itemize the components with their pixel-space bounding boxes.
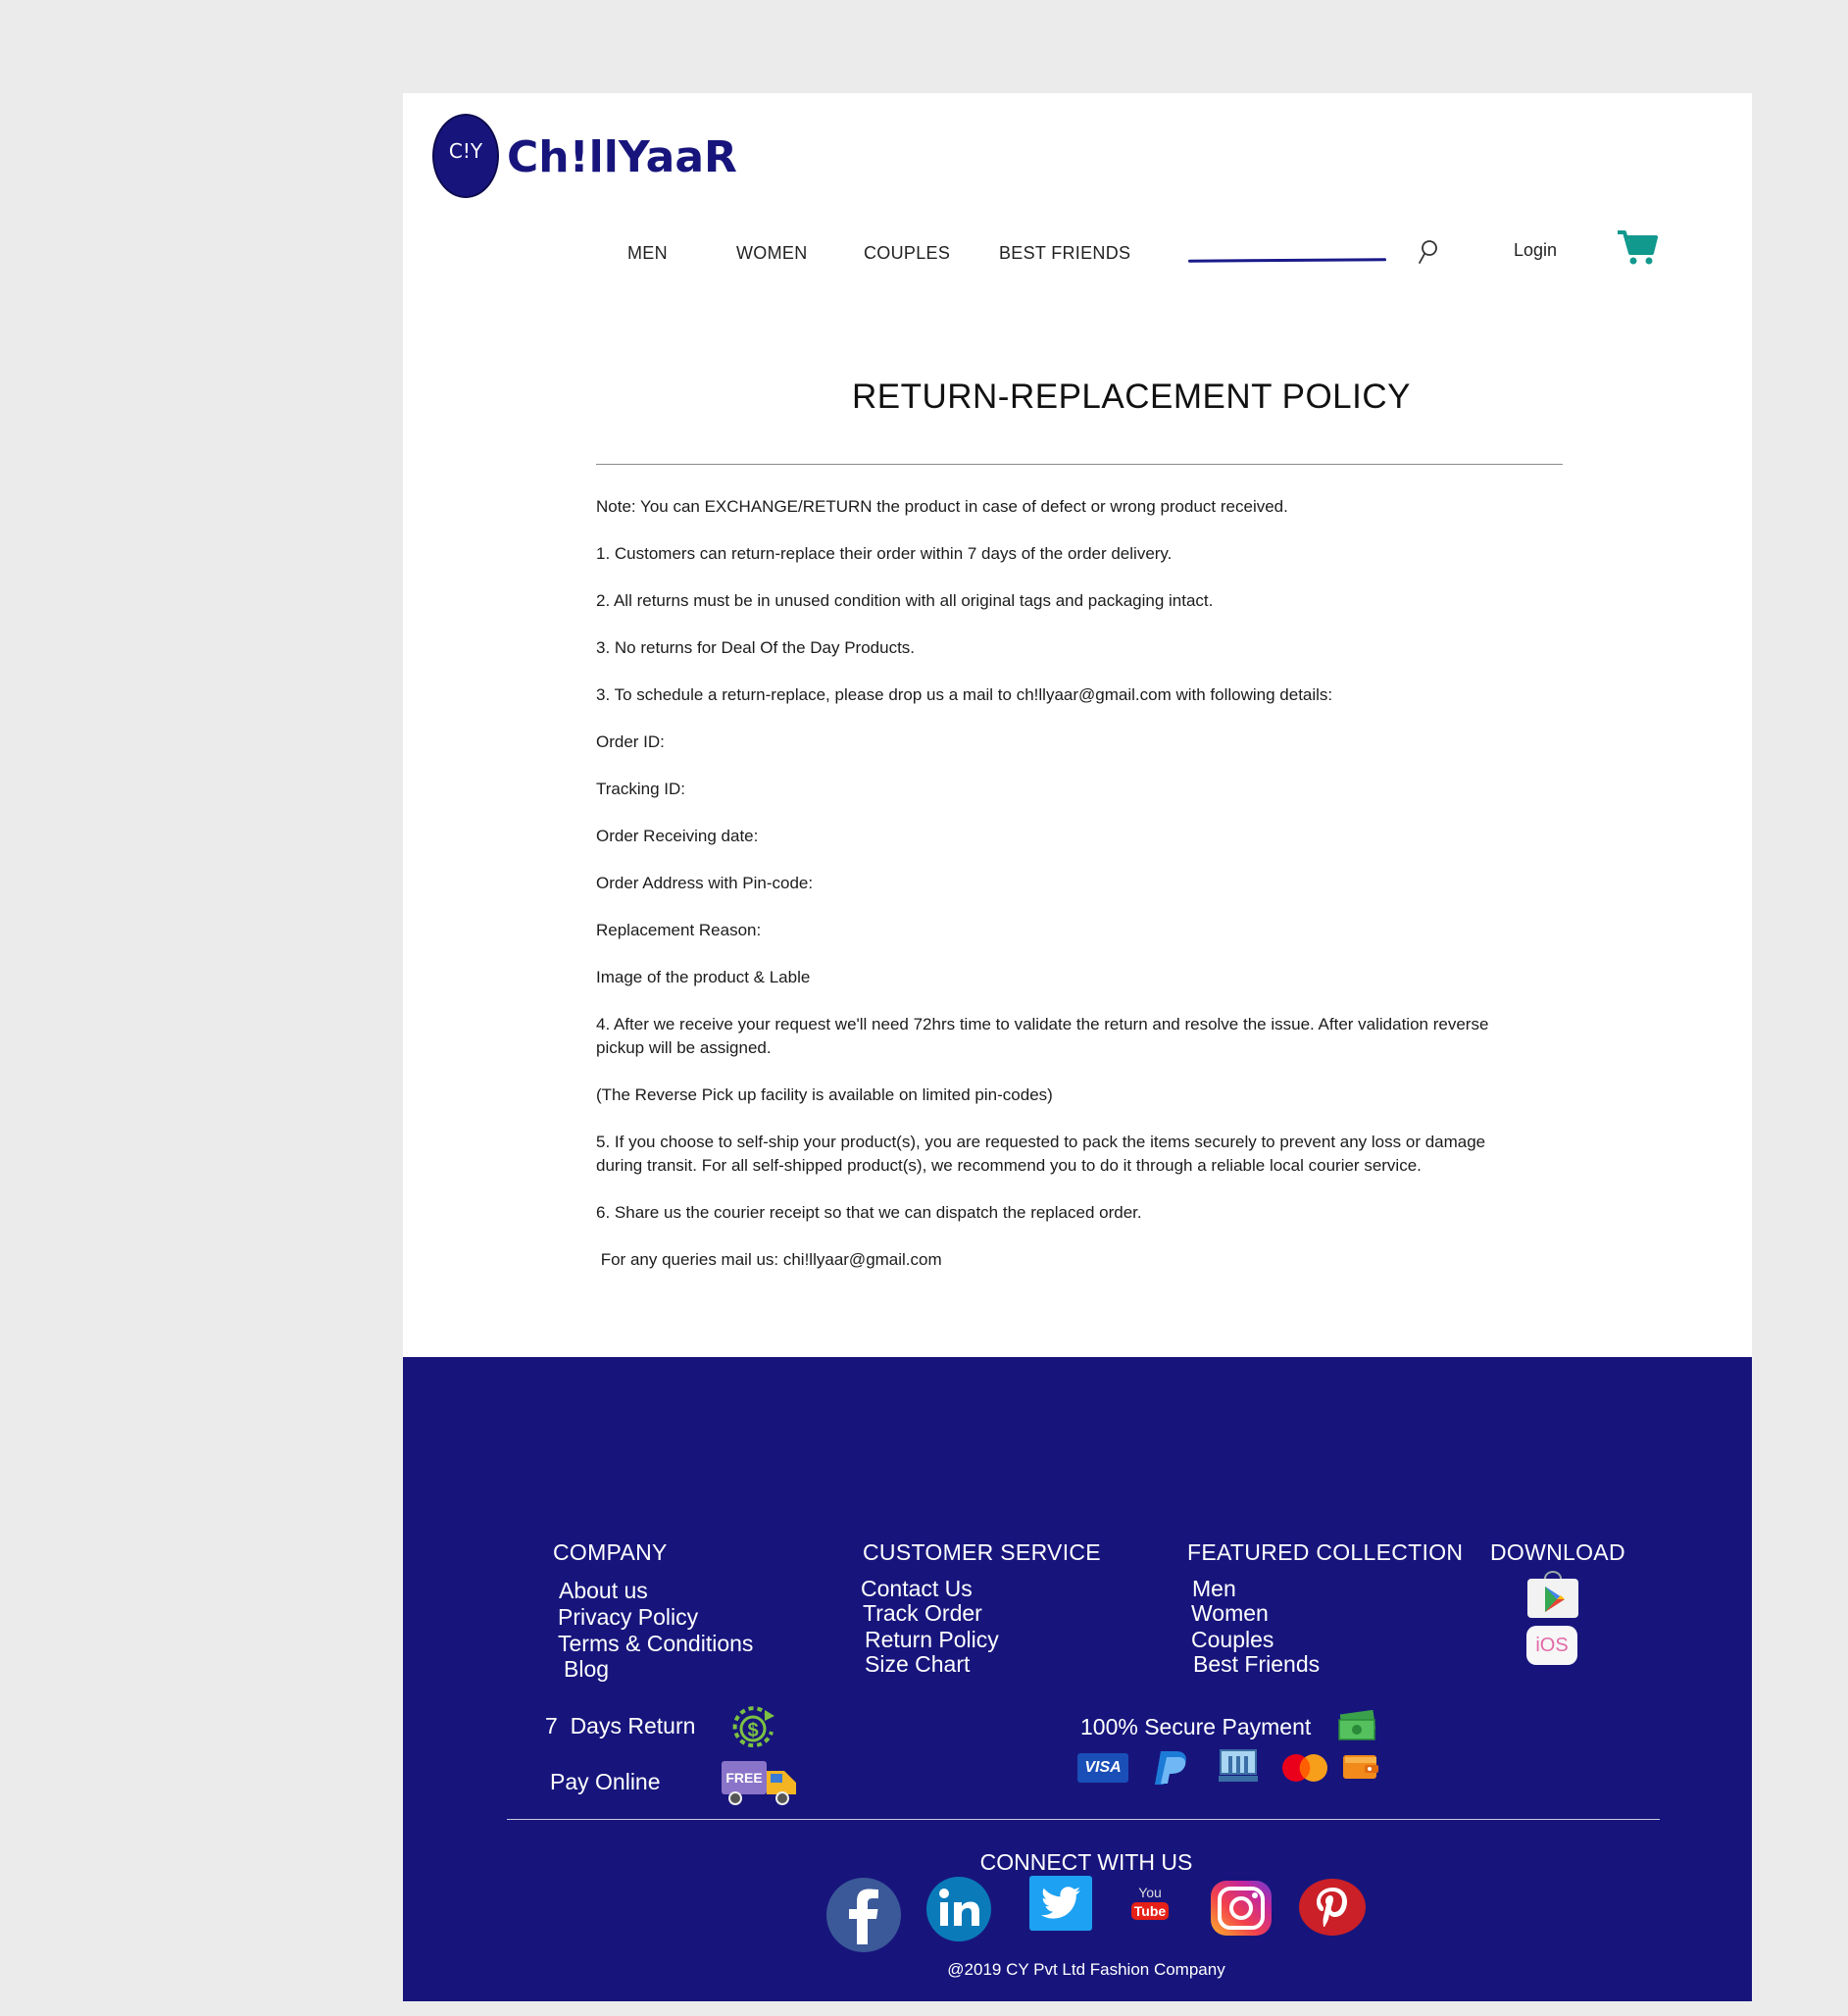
youtube-tube-label: Tube [1134,1903,1167,1919]
policy-paragraph: Order Address with Pin-code: [596,874,814,892]
ios-label: iOS [1535,1635,1569,1656]
policy-paragraph: 5. If you choose to self-ship your produ… [596,1133,1486,1175]
paypal-icon [1155,1751,1186,1785]
footer-heading-featured: FEATURED COLLECTION [1187,1539,1464,1565]
nav-men[interactable]: MEN [627,243,668,264]
footer-link-terms[interactable]: Terms & Conditions [558,1631,753,1657]
nav-couples[interactable]: COUPLES [864,243,950,264]
google-play-icon[interactable] [1525,1571,1580,1618]
footer-link-men[interactable]: Men [1192,1576,1236,1602]
footer-link-track-order[interactable]: Track Order [863,1600,982,1627]
logo-initials: C!Y [448,139,483,163]
svg-text:$: $ [747,1720,758,1741]
policy-paragraph: Order Receiving date: [596,827,759,845]
policy-paragraph: Note: You can EXCHANGE/RETURN the produc… [596,497,1288,516]
policy-paragraph: 6. Share us the courier receipt so that … [596,1203,1142,1222]
footer-heading-customer-service: CUSTOMER SERVICE [863,1539,1101,1565]
policy-body: Note: You can EXCHANGE/RETURN the produc… [596,495,1518,1295]
money-back-icon: $ [732,1706,774,1748]
footer-link-return-policy[interactable]: Return Policy [865,1627,999,1653]
footer-link-privacy[interactable]: Privacy Policy [558,1604,698,1631]
footer-link-size-chart[interactable]: Size Chart [865,1651,970,1678]
policy-paragraph: For any queries mail us: chi!llyaar@gmai… [596,1250,942,1269]
youtube-you-label: You [1138,1885,1162,1900]
page-container: C!Y Ch!llYaaR MEN WOMEN COUPLES BEST FRI… [403,93,1752,2001]
policy-paragraph: Tracking ID: [596,780,686,798]
nav-women[interactable]: WOMEN [736,243,808,264]
free-label: FREE [725,1770,762,1786]
policy-paragraph: Image of the product & Lable [596,968,811,986]
pay-online-label: Pay Online [550,1769,661,1794]
footer-link-about[interactable]: About us [559,1578,648,1604]
cash-icon [1338,1710,1376,1740]
policy-paragraph: Order ID: [596,732,665,751]
visa-icon: VISA [1077,1753,1128,1783]
visa-label: VISA [1084,1759,1122,1776]
search-icon[interactable] [1417,238,1438,266]
logo-badge[interactable]: C!Y [432,114,499,198]
search-input[interactable] [1187,258,1387,263]
policy-paragraph: 2. All returns must be in unused conditi… [596,591,1214,610]
twitter-icon[interactable] [1029,1876,1092,1931]
footer-heading-download: DOWNLOAD [1490,1539,1625,1565]
mastercard-icon [1282,1754,1327,1782]
bank-transfer-icon [1219,1749,1258,1782]
footer-link-women[interactable]: Women [1191,1600,1269,1627]
footer-link-contact[interactable]: Contact Us [861,1576,973,1602]
copyright-text: @2019 CY Pvt Ltd Fashion Company [947,1960,1225,1979]
policy-paragraph: 3. No returns for Deal Of the Day Produc… [596,638,916,657]
footer-link-blog[interactable]: Blog [564,1656,609,1683]
pinterest-icon[interactable] [1298,1878,1367,1937]
nav-best-friends[interactable]: BEST FRIENDS [999,243,1130,264]
days-return-label: 7 Days Return [545,1713,696,1739]
brand-name[interactable]: Ch!llYaaR [507,132,737,182]
page-title: RETURN-REPLACEMENT POLICY [851,378,1411,416]
connect-heading: CONNECT WITH US [979,1849,1193,1875]
secure-payment-label: 100% Secure Payment [1080,1714,1312,1739]
free-delivery-truck-icon: FREE [722,1761,796,1805]
facebook-icon[interactable] [824,1876,903,1954]
cart-icon[interactable] [1616,228,1659,268]
footer-divider [507,1819,1660,1820]
site-footer: COMPANY About us Privacy Policy Terms & … [403,1357,1752,2001]
linkedin-icon[interactable] [925,1876,992,1942]
policy-paragraph: Replacement Reason: [596,921,762,939]
login-link[interactable]: Login [1514,240,1557,261]
policy-paragraph: 3. To schedule a return-replace, please … [596,685,1333,704]
footer-link-couples[interactable]: Couples [1191,1627,1274,1653]
policy-paragraph: (The Reverse Pick up facility is availab… [596,1085,1053,1104]
footer-link-best-friends[interactable]: Best Friends [1193,1651,1320,1678]
policy-paragraph: 1. Customers can return-replace their or… [596,544,1173,563]
title-divider [596,464,1563,465]
wallet-icon [1343,1755,1378,1779]
policy-paragraph: 4. After we receive your request we'll n… [596,1015,1489,1057]
ios-app-icon[interactable]: iOS [1526,1626,1577,1665]
youtube-icon[interactable]: You Tube [1127,1883,1173,1922]
footer-heading-company: COMPANY [553,1539,668,1565]
instagram-icon[interactable] [1209,1879,1274,1938]
